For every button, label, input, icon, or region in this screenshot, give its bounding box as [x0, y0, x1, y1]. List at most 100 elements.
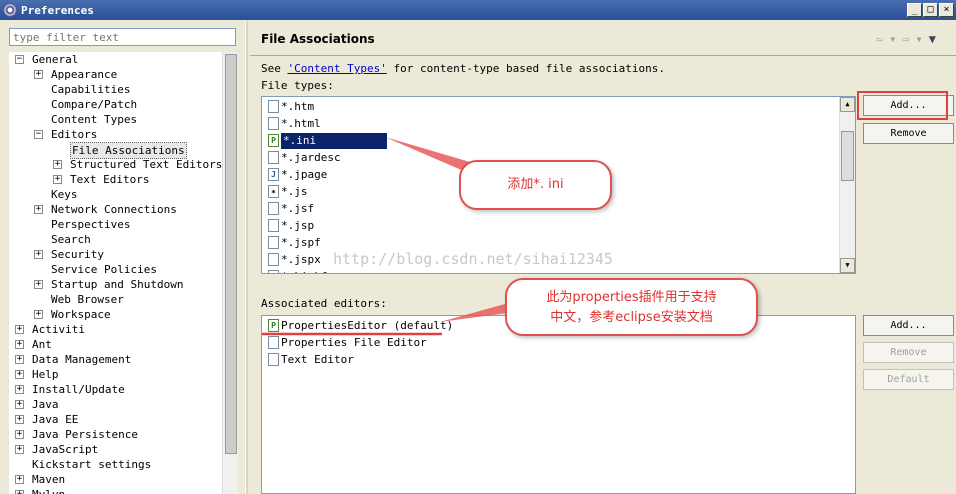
- tree-item-label: Keys: [51, 188, 78, 201]
- content-types-link[interactable]: 'Content Types': [288, 62, 387, 75]
- tree-scroll-thumb[interactable]: [225, 54, 237, 454]
- expand-icon[interactable]: +: [34, 310, 43, 319]
- tree-item[interactable]: + Text Editors: [9, 172, 222, 187]
- expand-icon[interactable]: +: [15, 385, 24, 394]
- file-type-item[interactable]: *.kickfe: [268, 269, 334, 273]
- expand-icon[interactable]: +: [15, 475, 24, 484]
- view-menu-icon[interactable]: ▼: [929, 32, 942, 46]
- tree-item[interactable]: + Workspace: [9, 307, 222, 322]
- back-dropdown-icon[interactable]: ▾: [889, 32, 902, 46]
- remove-file-type-button[interactable]: Remove: [863, 123, 954, 144]
- expand-icon[interactable]: +: [15, 415, 24, 424]
- file-type-item[interactable]: J *.jpage: [268, 167, 327, 183]
- expand-icon[interactable]: +: [34, 205, 43, 214]
- tree-item[interactable]: + Mylyn: [9, 487, 222, 494]
- editor-item[interactable]: Text Editor: [268, 352, 354, 368]
- tree-item[interactable]: + Network Connections: [9, 202, 222, 217]
- close-button[interactable]: ×: [939, 3, 954, 17]
- tree-item-label: Kickstart settings: [32, 458, 152, 471]
- expand-icon[interactable]: +: [15, 400, 24, 409]
- file-type-item[interactable]: *.jspf: [268, 235, 321, 251]
- tree-item[interactable]: Service Policies: [9, 262, 222, 277]
- tree-item[interactable]: + Data Management: [9, 352, 222, 367]
- tree-item[interactable]: Perspectives: [9, 217, 222, 232]
- tree-item[interactable]: + Structured Text Editors: [9, 157, 222, 172]
- file-type-item[interactable]: *.jsp: [268, 218, 314, 234]
- tree-item[interactable]: + Startup and Shutdown: [9, 277, 222, 292]
- ini-callout-text: 添加*. ini: [507, 177, 564, 192]
- file-type-label: *.jsf: [281, 202, 315, 215]
- tree-item[interactable]: File Associations: [9, 142, 222, 159]
- tree-item[interactable]: + Help: [9, 367, 222, 382]
- tree-item[interactable]: + Ant: [9, 337, 222, 352]
- file-types-scroll-thumb[interactable]: [841, 131, 854, 181]
- watermark: http://blog.csdn.net/sihai12345: [333, 250, 613, 268]
- tree-item[interactable]: Kickstart settings: [9, 457, 222, 472]
- tree-item-label: Security: [51, 248, 104, 261]
- file-types-scrollbar[interactable]: ▲ ▼: [839, 97, 855, 273]
- file-type-item[interactable]: *.htm: [268, 99, 314, 115]
- tree-item[interactable]: + Appearance: [9, 67, 222, 82]
- associated-editors-list[interactable]: P PropertiesEditor (default) Properties Fi…: [261, 315, 856, 494]
- add-editor-button[interactable]: Add...: [863, 315, 954, 336]
- back-arrow-icon[interactable]: ⇦: [876, 32, 889, 46]
- tree-item[interactable]: Content Types: [9, 112, 222, 127]
- maximize-button[interactable]: □: [923, 3, 938, 17]
- expand-icon[interactable]: +: [15, 445, 24, 454]
- forward-dropdown-icon[interactable]: ▾: [916, 32, 929, 46]
- remove-editor-button[interactable]: Remove: [863, 342, 954, 363]
- expand-icon[interactable]: +: [53, 175, 62, 184]
- pane-divider[interactable]: [245, 20, 248, 494]
- tree-item[interactable]: − General: [9, 52, 222, 67]
- scroll-up-icon[interactable]: ▲: [840, 97, 855, 112]
- expand-icon[interactable]: +: [34, 70, 43, 79]
- expand-icon[interactable]: +: [15, 370, 24, 379]
- expand-icon[interactable]: +: [15, 490, 24, 494]
- file-type-item[interactable]: *.jardesc: [268, 150, 341, 166]
- tree-item[interactable]: Web Browser: [9, 292, 222, 307]
- editor-callout: 此为properties插件用于支持 中文，参考eclipse安装文档: [505, 278, 758, 336]
- history-nav: ⇦▾⇨▾▼: [876, 32, 942, 46]
- tree-item[interactable]: + Security: [9, 247, 222, 262]
- expand-icon[interactable]: +: [15, 355, 24, 364]
- forward-arrow-icon[interactable]: ⇨: [902, 32, 915, 46]
- expand-icon[interactable]: +: [34, 280, 43, 289]
- file-type-item[interactable]: P *.ini: [268, 133, 387, 149]
- tree-item[interactable]: + Activiti: [9, 322, 222, 337]
- file-type-item[interactable]: ∗ *.js: [268, 184, 308, 200]
- tree-item[interactable]: + Maven: [9, 472, 222, 487]
- properties-editor-icon: P: [268, 318, 279, 332]
- editor-item[interactable]: P PropertiesEditor (default): [268, 318, 453, 334]
- file-type-item[interactable]: *.jspx: [268, 252, 321, 268]
- expand-icon[interactable]: +: [34, 250, 43, 259]
- expand-icon[interactable]: +: [53, 160, 62, 169]
- tree-item[interactable]: − Editors: [9, 127, 222, 142]
- file-type-item[interactable]: *.html: [268, 116, 321, 132]
- filter-input[interactable]: [9, 28, 236, 46]
- tree-item[interactable]: Keys: [9, 187, 222, 202]
- default-editor-button[interactable]: Default: [863, 369, 954, 390]
- tree-item[interactable]: + Java: [9, 397, 222, 412]
- tree-item[interactable]: Compare/Patch: [9, 97, 222, 112]
- tree-item-label: Content Types: [51, 113, 138, 126]
- editor-item[interactable]: Properties File Editor: [268, 335, 427, 351]
- tree-item[interactable]: Capabilities: [9, 82, 222, 97]
- scroll-down-icon[interactable]: ▼: [840, 258, 855, 273]
- file-type-item[interactable]: *.jsf: [268, 201, 314, 217]
- expand-icon[interactable]: +: [15, 325, 24, 334]
- tree-item-label: Workspace: [51, 308, 111, 321]
- tree-item[interactable]: + Java Persistence: [9, 427, 222, 442]
- tree-item[interactable]: Search: [9, 232, 222, 247]
- tree-scrollbar[interactable]: [222, 52, 238, 494]
- tree-item[interactable]: + JavaScript: [9, 442, 222, 457]
- expand-icon[interactable]: +: [15, 430, 24, 439]
- tree-item-label: Activiti: [32, 323, 85, 336]
- collapse-icon[interactable]: −: [15, 55, 24, 64]
- minimize-button[interactable]: _: [907, 3, 922, 17]
- tree-item[interactable]: + Install/Update: [9, 382, 222, 397]
- tree-item-label: Help: [32, 368, 59, 381]
- file-type-label: *.jspf: [281, 236, 321, 249]
- collapse-icon[interactable]: −: [34, 130, 43, 139]
- expand-icon[interactable]: +: [15, 340, 24, 349]
- tree-item[interactable]: + Java EE: [9, 412, 222, 427]
